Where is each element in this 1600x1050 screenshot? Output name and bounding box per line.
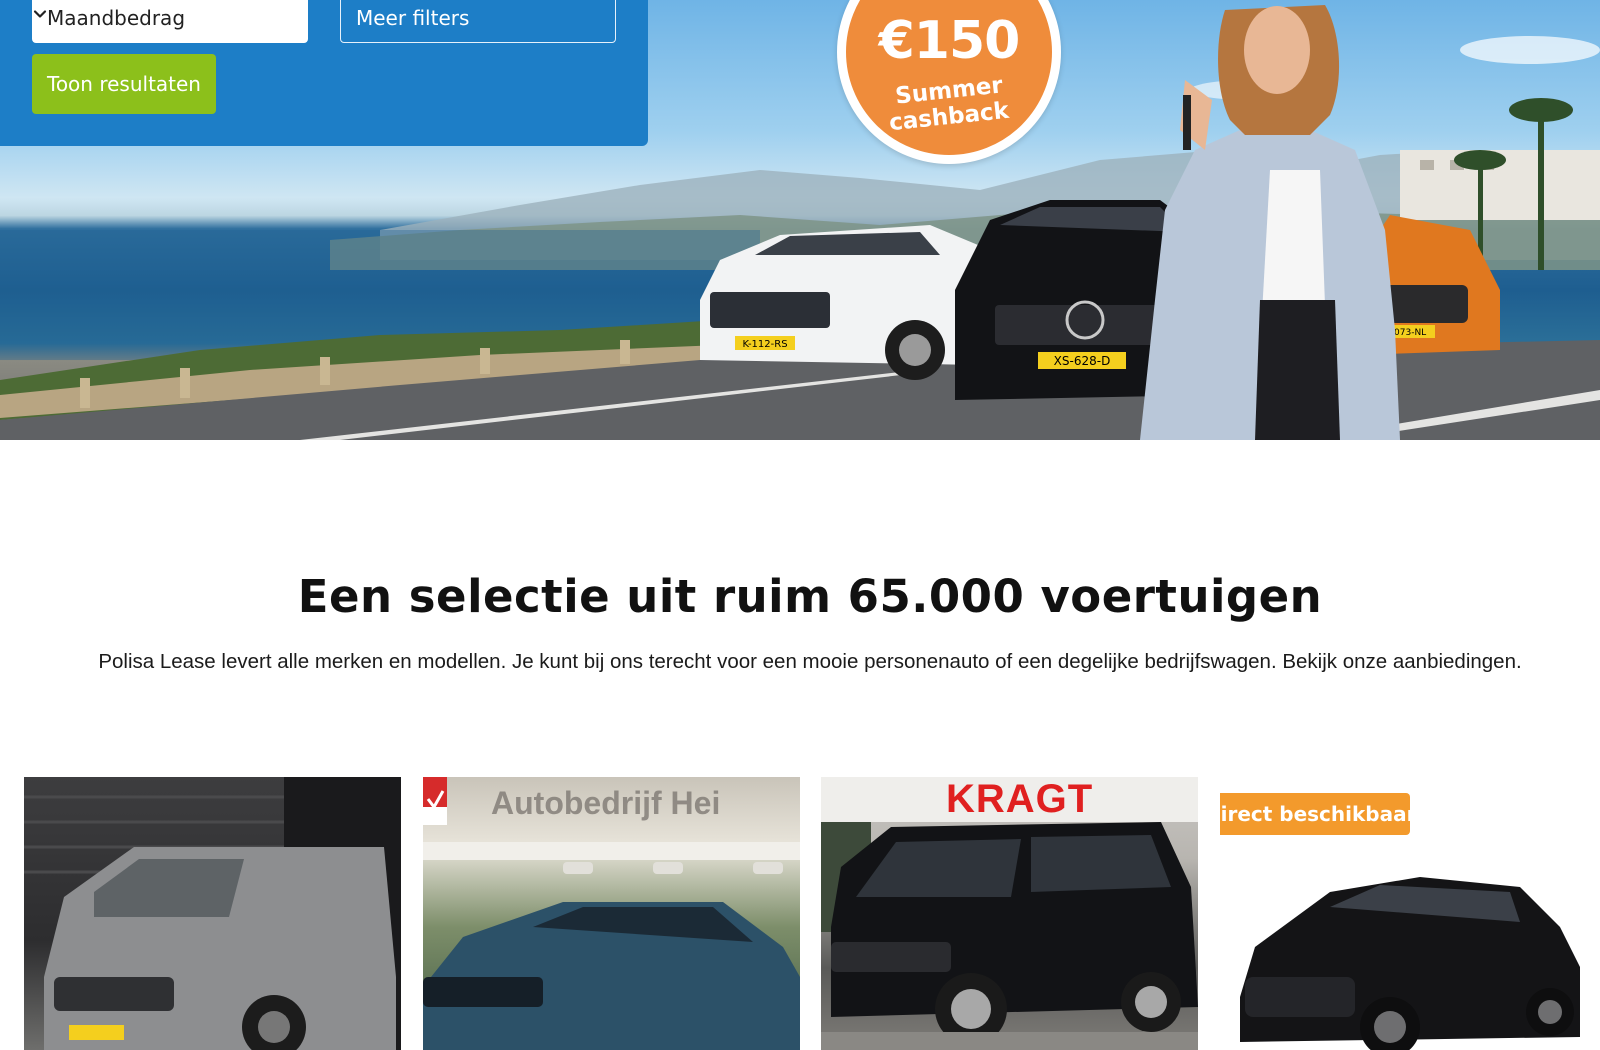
more-filters-button[interactable]: Meer filters: [340, 0, 616, 43]
vehicle-card[interactable]: KRAGT: [821, 777, 1198, 1050]
vehicle-card[interactable]: Autobedrijf Hei: [423, 777, 800, 1050]
dealer-sign: KRAGT: [946, 777, 1094, 821]
vehicle-photo-van: [24, 777, 401, 1050]
vehicle-card[interactable]: Direct beschikbaar: [1220, 777, 1600, 1050]
dealer-sign: Autobedrijf Hei: [491, 785, 721, 821]
woman-with-keys: [1140, 5, 1400, 440]
vehicle-card[interactable]: [24, 777, 401, 1050]
cashback-amount: €150: [878, 11, 1021, 71]
availability-badge-label: Direct beschikbaar: [1220, 802, 1410, 826]
monthly-amount-select-label: Maandbedrag: [47, 5, 186, 30]
show-results-button[interactable]: Toon resultaten: [32, 54, 216, 114]
search-filter-panel: Maandbedrag Meer filters Toon resultaten: [0, 0, 648, 146]
more-filters-label: Meer filters: [356, 5, 470, 30]
plate-text: XS-628-D: [1054, 354, 1111, 368]
section-title: Een selectie uit ruim 65.000 voertuigen: [297, 570, 1323, 623]
availability-badge: Direct beschikbaar: [1220, 793, 1410, 835]
section-intro: Polisa Lease levert alle merken en model…: [98, 650, 1522, 673]
show-results-label: Toon resultaten: [47, 72, 201, 96]
plate-text: K-112-RS: [742, 339, 787, 350]
hero-banner: K-112-RS XS-628-D G-073-NL Maandbedrag M…: [0, 0, 1600, 440]
chevron-down-icon: [33, 10, 47, 18]
monthly-amount-select[interactable]: Maandbedrag: [32, 0, 308, 43]
